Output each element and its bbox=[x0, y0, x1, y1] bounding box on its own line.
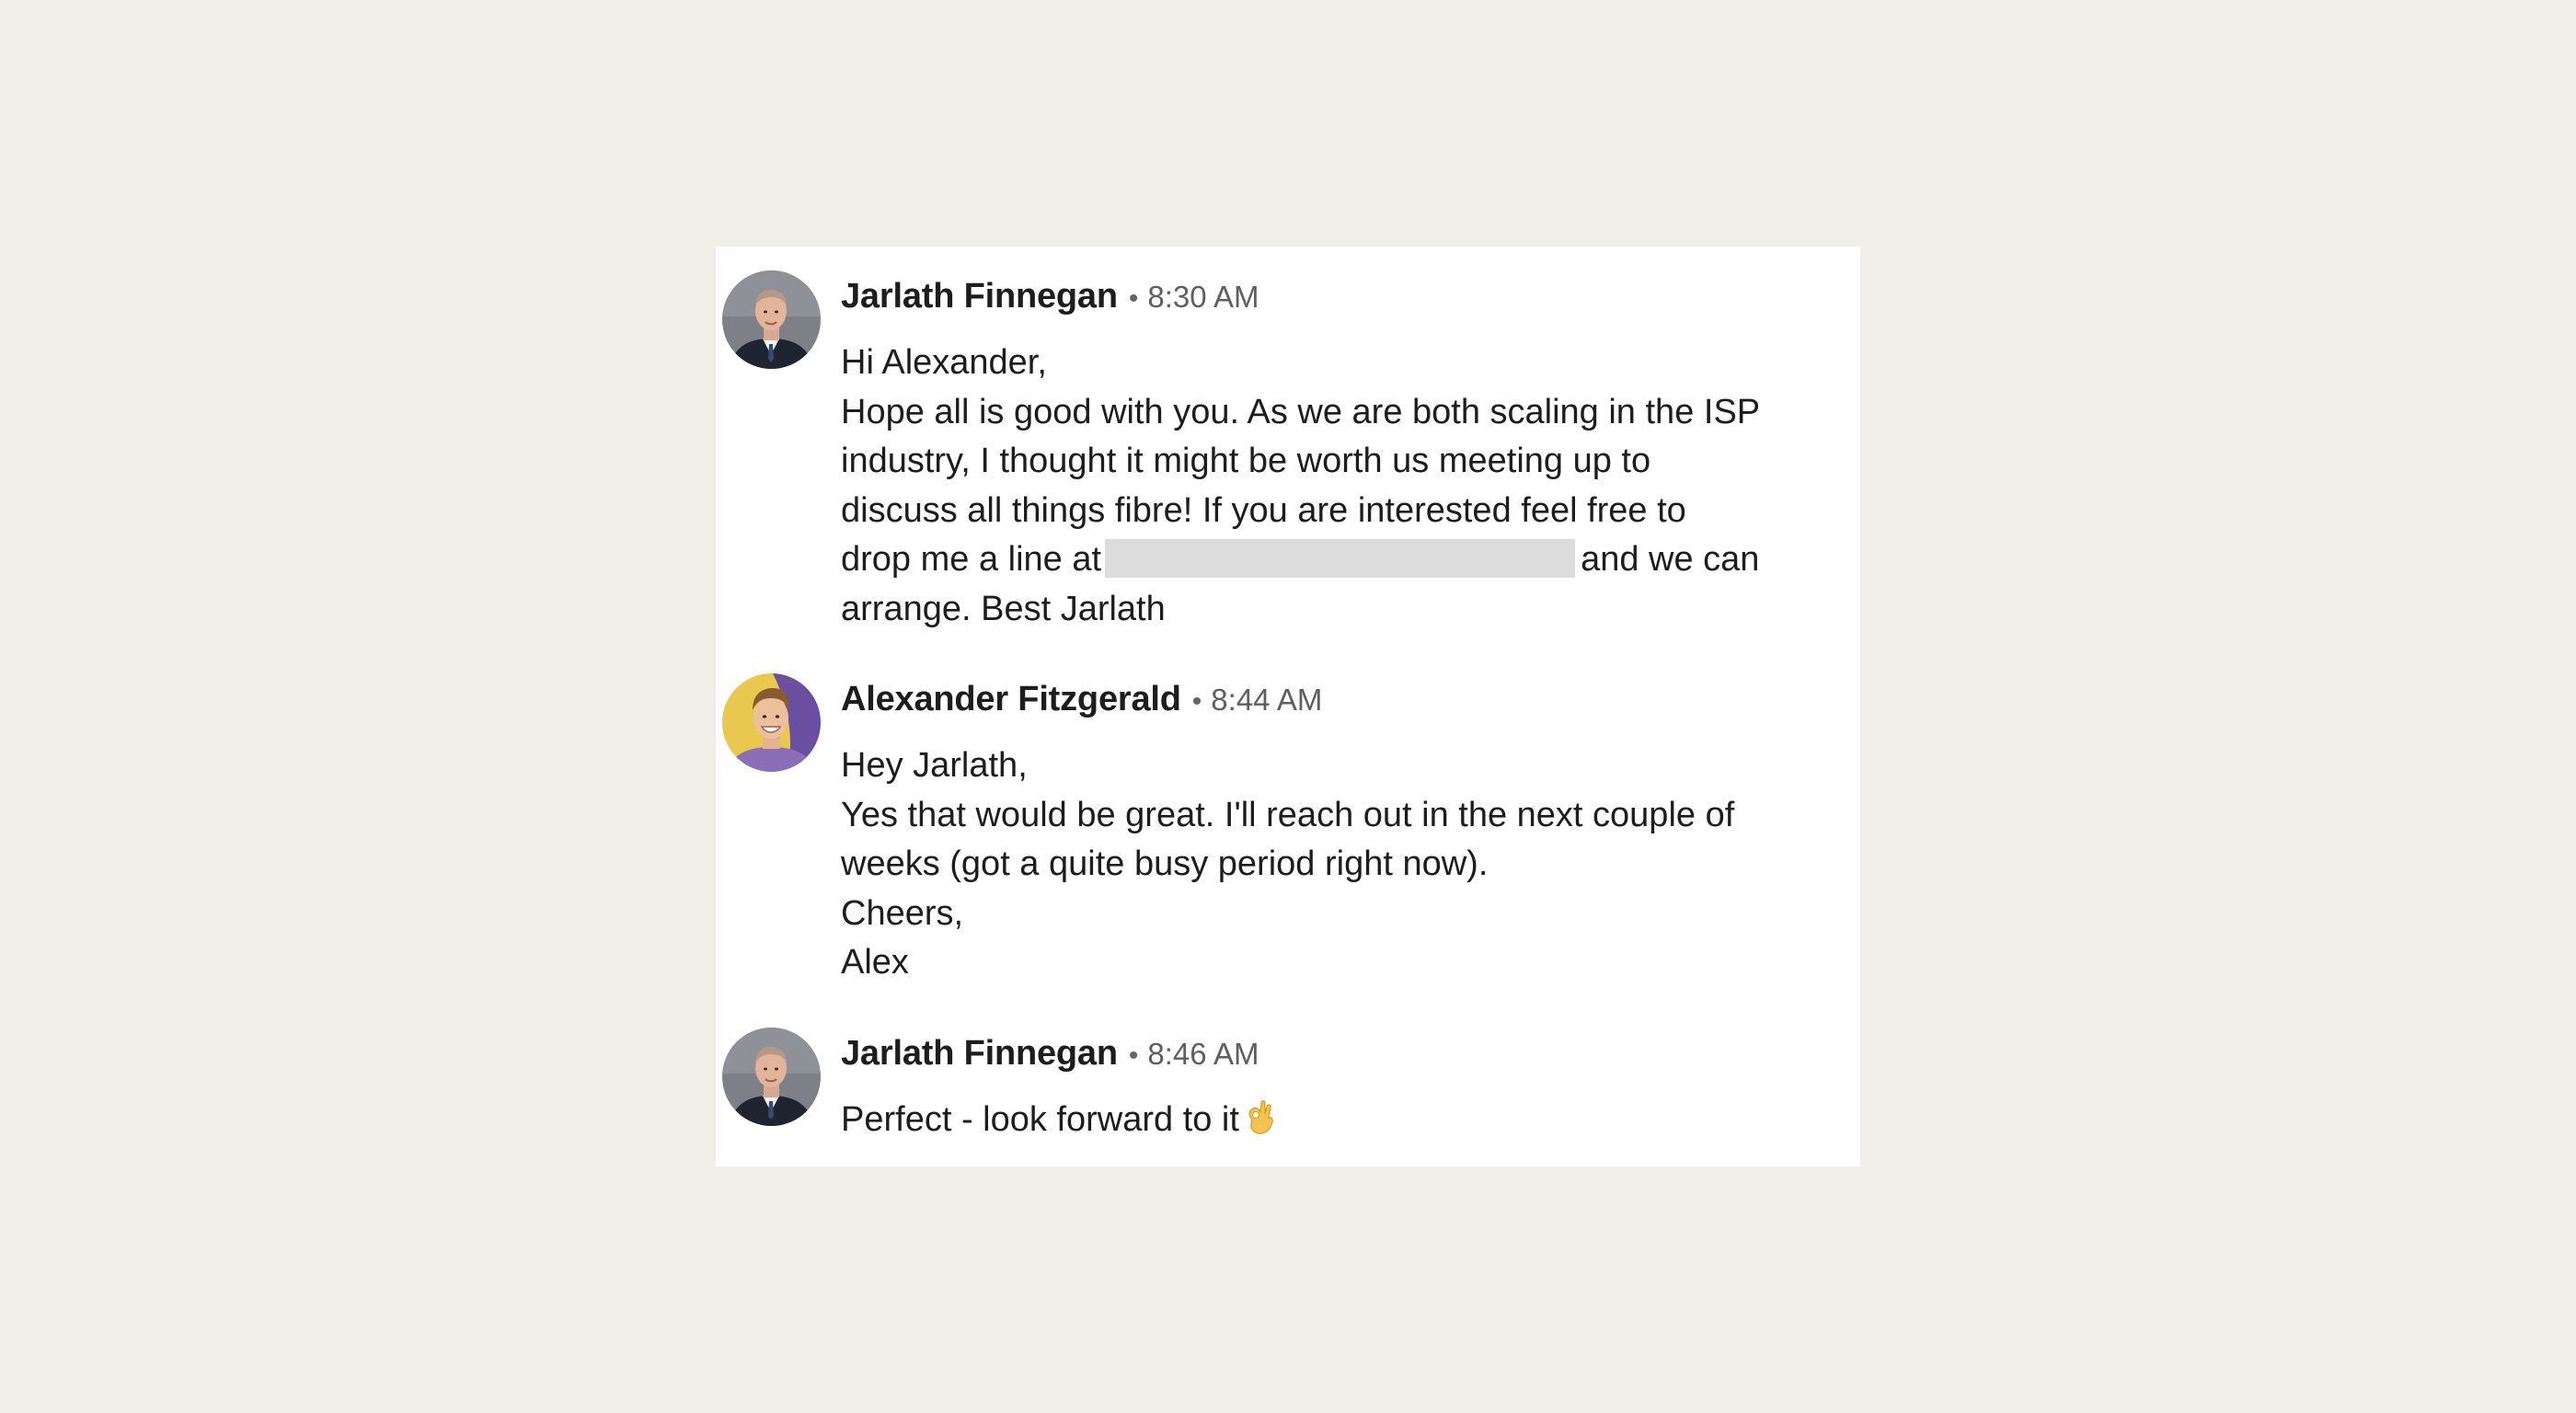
text-after-redaction: and we can bbox=[1581, 540, 1760, 579]
sender-name[interactable]: Jarlath Finnegan bbox=[841, 1034, 1118, 1073]
separator-dot: • bbox=[1128, 1040, 1139, 1071]
separator-dot: • bbox=[1191, 686, 1202, 717]
message-body: Hey Jarlath, Yes that would be great. I'… bbox=[841, 741, 1825, 988]
message-header: Jarlath Finnegan • 8:30 AM bbox=[841, 274, 1259, 326]
person-avatar-icon bbox=[722, 270, 821, 369]
message-line-with-redaction: drop me a line at and we can bbox=[841, 535, 1825, 585]
message-line: Yes that would be great. I'll reach out … bbox=[841, 795, 1735, 834]
message-item: Jarlath Finnegan • 8:30 AM Hi Alexander, H… bbox=[716, 270, 1860, 657]
message-thread: Jarlath Finnegan • 8:30 AM Hi Alexander, H… bbox=[716, 247, 1860, 1166]
sender-name[interactable]: Jarlath Finnegan bbox=[841, 277, 1118, 316]
message-line: arrange. Best Jarlath bbox=[841, 589, 1166, 628]
message-line: Perfect - look forward to it bbox=[841, 1096, 1825, 1151]
ok-hand-emoji-icon bbox=[1245, 1099, 1276, 1151]
text-before-redaction: drop me a line at bbox=[841, 540, 1102, 579]
message-line: Hey Jarlath, bbox=[841, 746, 1028, 785]
message-header: Jarlath Finnegan • 8:46 AM bbox=[841, 1031, 1259, 1083]
message-line: industry, I thought it might be worth us… bbox=[841, 442, 1651, 480]
person-avatar-icon bbox=[722, 673, 821, 772]
message-item: Jarlath Finnegan • 8:46 AM Perfect - look … bbox=[716, 1028, 1860, 1166]
avatar[interactable] bbox=[722, 270, 821, 369]
message-line: weeks (got a quite busy period right now… bbox=[841, 844, 1489, 883]
redacted-email bbox=[1105, 539, 1576, 578]
separator-dot: • bbox=[1128, 283, 1139, 314]
message-text: Perfect - look forward to it bbox=[841, 1100, 1239, 1139]
message-line: Alex bbox=[841, 943, 909, 982]
message-line: Cheers, bbox=[841, 893, 964, 933]
message-line: Hi Alexander, bbox=[841, 343, 1047, 382]
sender-name[interactable]: Alexander Fitzgerald bbox=[841, 680, 1181, 718]
message-item: Alexander Fitzgerald • 8:44 AM Hey Jarlath… bbox=[716, 673, 1860, 1005]
message-line: Hope all is good with you. As we are bot… bbox=[841, 392, 1761, 431]
message-body: Perfect - look forward to it bbox=[841, 1096, 1825, 1151]
avatar[interactable] bbox=[722, 673, 821, 772]
person-avatar-icon bbox=[722, 1028, 821, 1126]
message-header: Alexander Fitzgerald • 8:44 AM bbox=[841, 677, 1322, 729]
avatar[interactable] bbox=[722, 1028, 821, 1126]
message-timestamp: 8:30 AM bbox=[1147, 280, 1259, 314]
message-line: discuss all things fibre! If you are int… bbox=[841, 490, 1686, 530]
message-timestamp: 8:46 AM bbox=[1147, 1037, 1259, 1071]
message-body: Hi Alexander, Hope all is good with you.… bbox=[841, 339, 1825, 634]
message-timestamp: 8:44 AM bbox=[1211, 683, 1323, 717]
